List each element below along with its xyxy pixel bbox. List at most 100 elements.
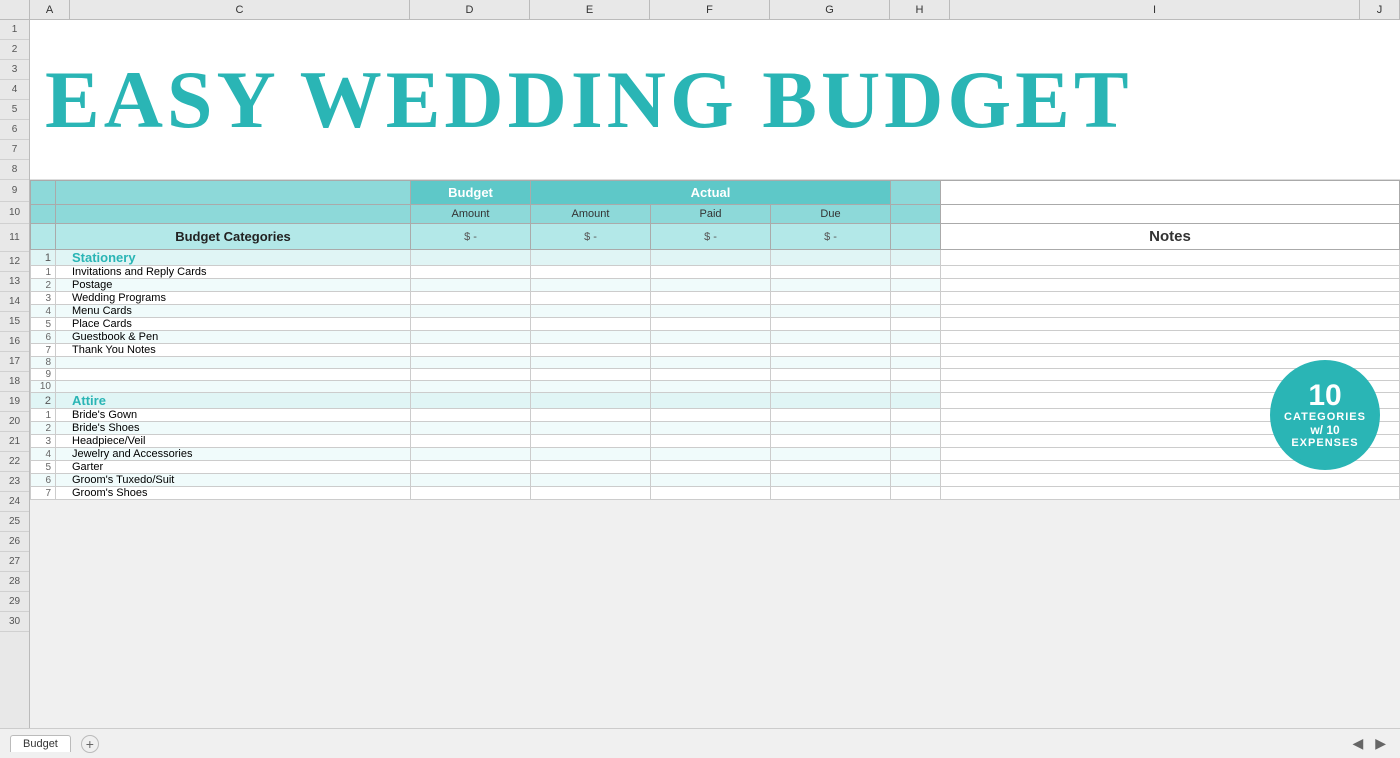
row-num-9: 9 <box>0 180 29 202</box>
item-place-cards[interactable]: Place Cards <box>56 318 411 331</box>
budget-value-header[interactable]: $ - <box>411 224 531 250</box>
item-row-grooms-tuxedo: 6 Groom's Tuxedo/Suit <box>31 474 1400 487</box>
actual-value-header[interactable]: $ - <box>531 224 651 250</box>
budget-table: Budget Actual Amount Amount Paid Due <box>30 180 1400 500</box>
col-header-i[interactable]: I <box>950 0 1360 19</box>
row-num-6: 6 <box>0 120 29 140</box>
row-num-14: 14 <box>0 292 29 312</box>
row-num-7: 7 <box>0 140 29 160</box>
header-empty-1 <box>31 181 56 205</box>
item-menu-cards[interactable]: Menu Cards <box>56 305 411 318</box>
item-thankyou[interactable]: Thank You Notes <box>56 344 411 357</box>
cat1-label[interactable]: Stationery <box>56 250 411 266</box>
item-jewelry[interactable]: Jewelry and Accessories <box>56 448 411 461</box>
cat1-num: 1 <box>31 250 56 266</box>
bottom-bar: Budget + ◀ ▶ <box>0 728 1400 758</box>
col-header-g[interactable]: G <box>770 0 890 19</box>
item-row-programs: 3 Wedding Programs <box>31 292 1400 305</box>
col-header-a[interactable]: A <box>30 0 70 19</box>
corner-cell <box>0 0 30 19</box>
amount-empty-1 <box>31 205 56 224</box>
item-row-brides-shoes: 2 Bride's Shoes <box>31 422 1400 435</box>
col-header-j[interactable]: J <box>1360 0 1400 19</box>
col-header-e[interactable]: E <box>530 0 650 19</box>
title-area: EASY WEDDING BUDGET <box>30 20 1400 180</box>
notes-label[interactable]: Notes <box>941 224 1400 250</box>
main-area: 1 2 3 4 5 6 7 8 9 10 11 12 13 14 15 16 1… <box>0 20 1400 728</box>
row-num-21: 21 <box>0 432 29 452</box>
row-num-28: 28 <box>0 572 29 592</box>
header-empty-3 <box>891 181 941 205</box>
item-row-brides-gown: 1 Bride's Gown <box>31 409 1400 422</box>
row-num-1: 1 <box>0 20 29 40</box>
sheet-tab-budget[interactable]: Budget <box>10 735 71 752</box>
item-invitations[interactable]: Invitations and Reply Cards <box>56 266 411 279</box>
item-row-8: 8 <box>31 357 1400 369</box>
cat-empty-2 <box>891 224 941 250</box>
row-num-24: 24 <box>0 492 29 512</box>
item-grooms-tuxedo[interactable]: Groom's Tuxedo/Suit <box>56 474 411 487</box>
item-grooms-shoes[interactable]: Groom's Shoes <box>56 487 411 500</box>
item-programs[interactable]: Wedding Programs <box>56 292 411 305</box>
item-row-thankyou: 7 Thank You Notes <box>31 344 1400 357</box>
row-num-20: 20 <box>0 412 29 432</box>
budget-header[interactable]: Budget <box>411 181 531 205</box>
actual-amount-header[interactable]: Amount <box>531 205 651 224</box>
categories-label[interactable]: Budget Categories <box>56 224 411 250</box>
due-value-header[interactable]: $ - <box>771 224 891 250</box>
row-num-26: 26 <box>0 532 29 552</box>
item-postage[interactable]: Postage <box>56 279 411 292</box>
category-row-stationery: 1 Stationery <box>31 250 1400 266</box>
row-num-25: 25 <box>0 512 29 532</box>
row-num-30: 30 <box>0 612 29 632</box>
item-row-guestbook: 6 Guestbook & Pen <box>31 331 1400 344</box>
row-num-23: 23 <box>0 472 29 492</box>
header-row-budget-actual: Budget Actual <box>31 181 1400 205</box>
cat-empty <box>31 224 56 250</box>
row-num-5: 5 <box>0 100 29 120</box>
col-headers: A C D E F G H I J <box>0 0 1400 20</box>
row-num-3: 3 <box>0 60 29 80</box>
item-brides-shoes[interactable]: Bride's Shoes <box>56 422 411 435</box>
row-num-18: 18 <box>0 372 29 392</box>
col-header-d[interactable]: D <box>410 0 530 19</box>
item-brides-gown[interactable]: Bride's Gown <box>56 409 411 422</box>
badge-expenses: EXPENSES <box>1291 437 1358 449</box>
item-row-invitations: 1 Invitations and Reply Cards <box>31 266 1400 279</box>
notes-empty-1 <box>941 181 1400 205</box>
cat2-label[interactable]: Attire <box>56 393 411 409</box>
row-num-4: 4 <box>0 80 29 100</box>
item-row-headpiece: 3 Headpiece/Veil <box>31 435 1400 448</box>
scroll-nav: ◀ ▶ <box>1348 735 1390 752</box>
item-row-9: 9 <box>31 369 1400 381</box>
due-header[interactable]: Due <box>771 205 891 224</box>
row-num-27: 27 <box>0 552 29 572</box>
budget-amount-header[interactable]: Amount <box>411 205 531 224</box>
row-num-11: 11 <box>0 224 29 252</box>
col-header-h[interactable]: H <box>890 0 950 19</box>
item-row-menu-cards: 4 Menu Cards <box>31 305 1400 318</box>
paid-value-header[interactable]: $ - <box>651 224 771 250</box>
col-header-b-c[interactable]: C <box>70 0 410 19</box>
badge-with: w/ 10 <box>1310 423 1339 437</box>
item-garter[interactable]: Garter <box>56 461 411 474</box>
item-row-10: 10 <box>31 381 1400 393</box>
amount-empty-2 <box>56 205 411 224</box>
row-num-16: 16 <box>0 332 29 352</box>
col-header-f[interactable]: F <box>650 0 770 19</box>
cat2-num: 2 <box>31 393 56 409</box>
actual-header[interactable]: Actual <box>531 181 891 205</box>
item-row-postage: 2 Postage <box>31 279 1400 292</box>
scroll-left-icon[interactable]: ◀ <box>1348 735 1367 752</box>
header-empty-2 <box>56 181 411 205</box>
row-num-2: 2 <box>0 40 29 60</box>
header-row-categories: Budget Categories $ - $ - $ - $ - Notes <box>31 224 1400 250</box>
notes-empty-2 <box>941 205 1400 224</box>
item-row-place-cards: 5 Place Cards <box>31 318 1400 331</box>
scroll-right-icon[interactable]: ▶ <box>1371 735 1390 752</box>
item-guestbook[interactable]: Guestbook & Pen <box>56 331 411 344</box>
add-sheet-button[interactable]: + <box>81 735 99 753</box>
paid-header[interactable]: Paid <box>651 205 771 224</box>
item-headpiece[interactable]: Headpiece/Veil <box>56 435 411 448</box>
item-row-jewelry: 4 Jewelry and Accessories <box>31 448 1400 461</box>
